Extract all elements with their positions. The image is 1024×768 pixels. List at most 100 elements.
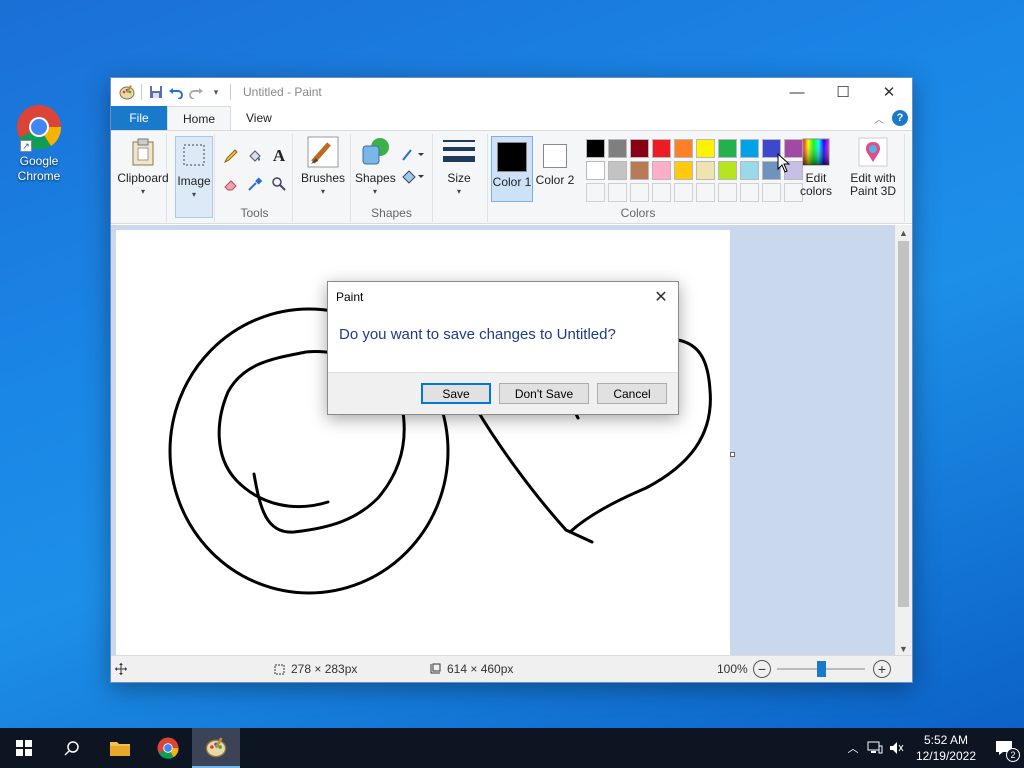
color-picker-icon[interactable]	[245, 174, 265, 194]
title-separator	[230, 84, 231, 100]
taskbar-chrome[interactable]	[144, 728, 192, 768]
palette-swatch[interactable]	[740, 139, 759, 158]
windows-icon	[16, 740, 32, 756]
magnifier-icon[interactable]	[269, 174, 289, 194]
show-hidden-icons-icon[interactable]: ︿	[842, 740, 864, 756]
ribbon-tabs: File Home View ︿ ?	[111, 106, 912, 130]
edit-colors-label: Edit colors	[799, 171, 832, 198]
palette-swatch[interactable]	[608, 183, 627, 202]
palette-swatch[interactable]	[696, 139, 715, 158]
palette-swatch[interactable]	[586, 161, 605, 180]
dialog-close-icon[interactable]: ✕	[650, 286, 672, 308]
palette-swatch[interactable]	[586, 183, 605, 202]
image-label: Image	[177, 174, 211, 188]
start-button[interactable]	[0, 728, 48, 768]
save-icon[interactable]	[146, 82, 166, 102]
palette-swatch[interactable]	[718, 139, 737, 158]
palette-swatch[interactable]	[586, 139, 605, 158]
minimize-button[interactable]: —	[774, 78, 820, 106]
palette-swatch[interactable]	[652, 139, 671, 158]
text-icon[interactable]: A	[269, 146, 289, 166]
tab-home[interactable]: Home	[167, 106, 232, 130]
pencil-icon[interactable]	[221, 146, 241, 166]
shapes-button[interactable]: Shapes ▾	[355, 136, 396, 198]
search-icon	[64, 741, 79, 756]
maximize-button[interactable]: ☐	[820, 78, 866, 106]
palette-swatch[interactable]	[608, 139, 627, 158]
zoom-out-button[interactable]: −	[753, 660, 771, 678]
dont-save-button[interactable]: Don't Save	[499, 383, 589, 404]
palette-swatch[interactable]	[696, 161, 715, 180]
palette-swatch[interactable]	[740, 161, 759, 180]
shapes-label: Shapes	[355, 171, 396, 185]
clipboard-group: Clipboard ▾	[115, 134, 169, 222]
palette-swatch[interactable]	[630, 161, 649, 180]
shapes-group-label: Shapes	[371, 206, 412, 220]
status-bar: 278 × 283px 614 × 460px 100% − +	[111, 655, 912, 682]
zoom-slider-thumb[interactable]	[817, 661, 826, 677]
clock[interactable]: 5:52 AM 12/19/2022	[908, 732, 984, 764]
color1-button[interactable]: Color 1	[491, 136, 533, 202]
paint-app-icon[interactable]	[117, 82, 137, 102]
tab-view[interactable]: View	[231, 106, 287, 130]
palette-swatch[interactable]	[674, 183, 693, 202]
palette-swatch[interactable]	[608, 161, 627, 180]
zoom-in-button[interactable]: +	[873, 660, 891, 678]
palette-swatch[interactable]	[718, 183, 737, 202]
zoom-slider-track[interactable]	[777, 661, 865, 677]
eraser-icon[interactable]	[221, 174, 241, 194]
tools-group-label: Tools	[240, 206, 269, 220]
dialog-footer: Save Don't Save Cancel	[328, 372, 678, 414]
palette-swatch[interactable]	[652, 183, 671, 202]
close-button[interactable]: ✕	[866, 78, 912, 106]
clipboard-button[interactable]: Clipboard ▾	[117, 136, 169, 198]
palette-swatch[interactable]	[762, 183, 781, 202]
selection-size: 278 × 283px	[273, 662, 357, 676]
tab-file[interactable]: File	[111, 106, 167, 130]
palette-swatch[interactable]	[674, 161, 693, 180]
edit-with-paint3d-button[interactable]: Edit with Paint 3D	[845, 136, 901, 198]
outline-icon[interactable]	[399, 144, 427, 164]
action-center-button[interactable]: 2	[984, 740, 1024, 762]
canvas-resize-handle[interactable]	[730, 452, 735, 457]
palette-swatch[interactable]	[674, 139, 693, 158]
ribbon: Clipboard ▾ Image ▾ A Tools Brushes ▾ Sh…	[111, 130, 912, 224]
shapes-group: Shapes ▾ Shapes	[351, 134, 433, 222]
edit-colors-button[interactable]: Edit colors	[796, 136, 836, 198]
help-icon[interactable]: ?	[892, 110, 908, 126]
palette-swatch[interactable]	[718, 161, 737, 180]
redo-icon[interactable]	[186, 82, 206, 102]
cancel-button[interactable]: Cancel	[597, 383, 667, 404]
fill-shape-icon[interactable]	[399, 166, 427, 186]
brushes-group	[297, 134, 351, 222]
scroll-thumb[interactable]	[898, 241, 909, 607]
scroll-up-icon[interactable]: ▲	[895, 225, 912, 241]
image-button[interactable]: Image ▾	[175, 136, 213, 218]
palette-swatch[interactable]	[630, 183, 649, 202]
vertical-scrollbar[interactable]: ▲ ▼	[895, 225, 912, 657]
undo-icon[interactable]	[166, 82, 186, 102]
clock-date: 12/19/2022	[915, 749, 976, 763]
color2-button[interactable]: Color 2	[534, 136, 576, 202]
collapse-ribbon-icon[interactable]: ︿	[874, 111, 884, 126]
taskbar-paint[interactable]	[192, 728, 240, 768]
network-icon[interactable]	[864, 741, 886, 755]
palette-swatch[interactable]	[652, 161, 671, 180]
size-button[interactable]: Size ▾	[439, 136, 479, 198]
chevron-down-icon: ▾	[140, 187, 145, 196]
volume-icon[interactable]	[886, 741, 908, 755]
save-button[interactable]: Save	[421, 383, 491, 404]
search-button[interactable]	[48, 728, 96, 768]
shortcut-arrow-icon: ↗	[20, 140, 32, 152]
edit-colors-icon	[800, 136, 832, 168]
taskbar-file-explorer[interactable]	[96, 728, 144, 768]
fill-icon[interactable]	[245, 146, 265, 166]
size-label: Size	[447, 171, 471, 185]
palette-swatch[interactable]	[630, 139, 649, 158]
palette-swatch[interactable]	[696, 183, 715, 202]
palette-swatch[interactable]	[740, 183, 759, 202]
customize-toolbar-icon[interactable]: ▾	[206, 82, 226, 102]
move-icon	[115, 663, 127, 675]
image-group: Image ▾	[173, 134, 215, 222]
desktop-icon-google-chrome[interactable]: ↗ Google Chrome	[8, 104, 70, 184]
